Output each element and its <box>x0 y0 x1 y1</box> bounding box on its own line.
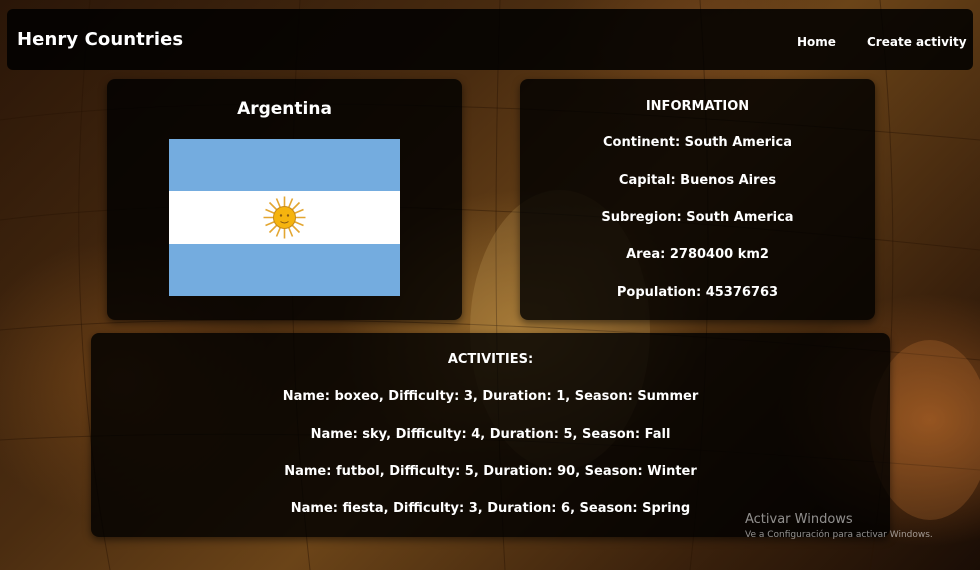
info-population: Population: 45376763 <box>616 285 779 300</box>
nav-home-link[interactable]: Home <box>797 35 836 49</box>
info-area: Area: 2780400 km2 <box>626 247 769 262</box>
info-subregion: Subregion: South America <box>601 210 794 225</box>
app-title[interactable]: Henry Countries <box>17 29 183 50</box>
navbar: Henry Countries Home Create activity <box>7 9 973 70</box>
information-card: INFORMATION Continent: South America Cap… <box>520 79 875 320</box>
activities-card: ACTIVITIES: Name: boxeo, Difficulty: 3, … <box>91 333 890 537</box>
info-capital: Capital: Buenos Aires <box>618 173 777 188</box>
activity-item: Name: boxeo, Difficulty: 3, Duration: 1,… <box>282 389 699 404</box>
info-continent: Continent: South America <box>603 135 792 150</box>
activity-item: Name: sky, Difficulty: 4, Duration: 5, S… <box>310 427 671 442</box>
country-name: Argentina <box>237 99 332 119</box>
watermark-title: Activar Windows <box>745 512 853 527</box>
activity-item: Name: futbol, Difficulty: 5, Duration: 9… <box>284 464 697 479</box>
information-heading: INFORMATION <box>645 99 750 114</box>
nav-create-activity-link[interactable]: Create activity <box>867 35 967 49</box>
activities-heading: ACTIVITIES: <box>447 352 534 367</box>
country-card: Argentina <box>107 79 462 320</box>
argentina-flag-image <box>169 139 400 296</box>
windows-activation-watermark: Activar Windows Ve a Configuración para … <box>745 512 933 540</box>
watermark-subtitle: Ve a Configuración para activar Windows. <box>745 530 933 540</box>
